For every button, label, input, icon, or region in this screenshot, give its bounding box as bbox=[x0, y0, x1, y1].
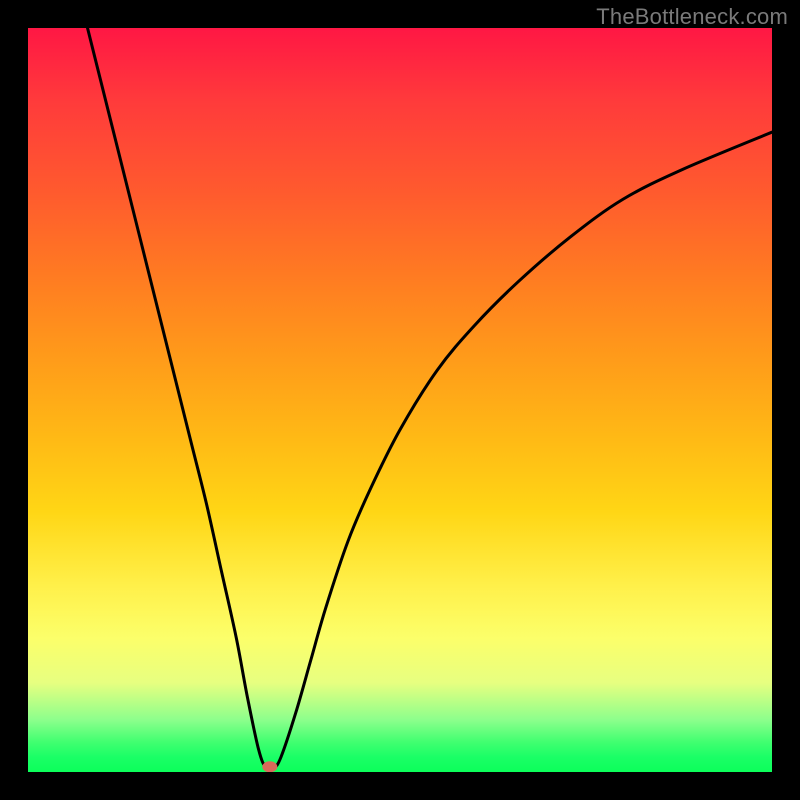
chart-svg bbox=[28, 28, 772, 772]
bottleneck-curve bbox=[88, 28, 772, 770]
chart-area bbox=[28, 28, 772, 772]
watermark-text: TheBottleneck.com bbox=[596, 4, 788, 30]
optimum-marker bbox=[263, 762, 277, 772]
